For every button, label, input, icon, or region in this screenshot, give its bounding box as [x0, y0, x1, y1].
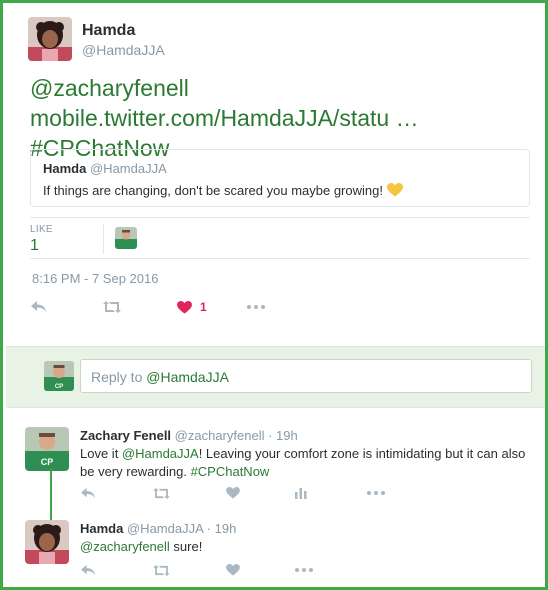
reply-1-hashtag[interactable]: #CPChatNow	[191, 464, 270, 479]
reply-2-mention[interactable]: @zacharyfenell	[80, 539, 170, 554]
reply-1-author-handle[interactable]: @zacharyfenell	[175, 428, 265, 443]
reply-2-like-button[interactable]	[226, 564, 240, 576]
svg-text:CP: CP	[55, 384, 63, 390]
retweet-icon	[103, 301, 121, 313]
tweet-frame: Hamda @HamdaJJA @zacharyfenell mobile.tw…	[0, 0, 548, 590]
reply-2-author-handle[interactable]: @HamdaJJA	[127, 521, 203, 536]
reply-icon	[81, 487, 95, 499]
analytics-icon	[295, 488, 307, 499]
reply-1-analytics-button[interactable]	[295, 487, 307, 499]
reply-1-mention[interactable]: @HamdaJJA	[122, 446, 199, 461]
reply-1-reply-button[interactable]	[81, 487, 96, 500]
reply-1-text-pre: Love it	[80, 446, 122, 461]
liker-avatar[interactable]	[115, 227, 137, 249]
likes-stat[interactable]: LIKE 1	[30, 224, 104, 254]
reply-1-time[interactable]: · 19h	[268, 428, 298, 443]
reply-2-time[interactable]: · 19h	[207, 521, 237, 536]
likes-label: LIKE	[30, 224, 53, 235]
reply-1-more-button[interactable]	[367, 491, 385, 495]
quoted-tweet[interactable]: Hamda @HamdaJJA If things are changing, …	[30, 149, 530, 207]
tweet-stats: LIKE 1	[30, 217, 530, 259]
likes-count: 1	[30, 237, 39, 254]
reply-2-text: sure!	[169, 539, 203, 554]
avatar-hamda[interactable]	[28, 17, 72, 61]
reply-button[interactable]	[31, 300, 47, 314]
like-button[interactable]: 1	[177, 300, 207, 314]
reply-2-retweet-button[interactable]	[153, 565, 170, 576]
reply-icon	[31, 301, 46, 312]
main-tweet-header: Hamda @HamdaJJA	[28, 17, 165, 63]
reply-1-like-button[interactable]	[226, 487, 240, 499]
more-icon	[295, 568, 313, 572]
reply-tweet-2: Hamda @HamdaJJA · 19h @zacharyfenell sur…	[80, 520, 535, 556]
current-user-avatar: CP	[44, 361, 74, 391]
quote-author-handle: @HamdaJJA	[89, 161, 167, 176]
reply-prefix: Reply to	[91, 369, 147, 385]
retweet-icon	[153, 565, 170, 576]
reply-1-retweet-button[interactable]	[153, 488, 170, 499]
reply-icon	[81, 564, 95, 576]
heart-icon	[177, 300, 192, 314]
svg-text:CP: CP	[41, 457, 54, 467]
avatar-hamda-reply[interactable]	[25, 520, 69, 564]
reply-tweet-1: Zachary Fenell @zacharyfenell · 19h Love…	[80, 427, 535, 481]
yellow-heart-icon	[386, 183, 403, 202]
more-icon	[247, 305, 265, 309]
reply-2-author-name[interactable]: Hamda	[80, 521, 123, 536]
thread-line	[50, 469, 52, 521]
reply-mention: @HamdaJJA	[146, 369, 229, 385]
more-button[interactable]	[247, 305, 265, 309]
quote-author-name: Hamda	[43, 161, 87, 176]
reply-1-author-name[interactable]: Zachary Fenell	[80, 428, 171, 443]
heart-icon	[226, 487, 240, 499]
reply-composer: CP Reply to @HamdaJJA	[6, 346, 545, 408]
reply-2-more-button[interactable]	[295, 568, 313, 572]
heart-icon	[226, 564, 240, 576]
author-name[interactable]: Hamda	[82, 21, 165, 41]
author-handle[interactable]: @HamdaJJA	[82, 41, 165, 59]
like-count: 1	[200, 300, 207, 314]
reply-2-reply-button[interactable]	[81, 564, 96, 577]
avatar-zachary[interactable]: CP	[25, 427, 69, 471]
url-link[interactable]: mobile.twitter.com/HamdaJJA/statu …	[30, 105, 419, 131]
tweet-timestamp[interactable]: 8:16 PM - 7 Sep 2016	[32, 271, 158, 286]
retweet-icon	[153, 488, 170, 499]
more-icon	[367, 491, 385, 495]
quote-text: If things are changing, don't be scared …	[43, 183, 383, 198]
reply-input[interactable]: Reply to @HamdaJJA	[80, 359, 532, 393]
retweet-button[interactable]	[103, 301, 121, 313]
mention-link[interactable]: @zacharyfenell	[30, 75, 189, 101]
